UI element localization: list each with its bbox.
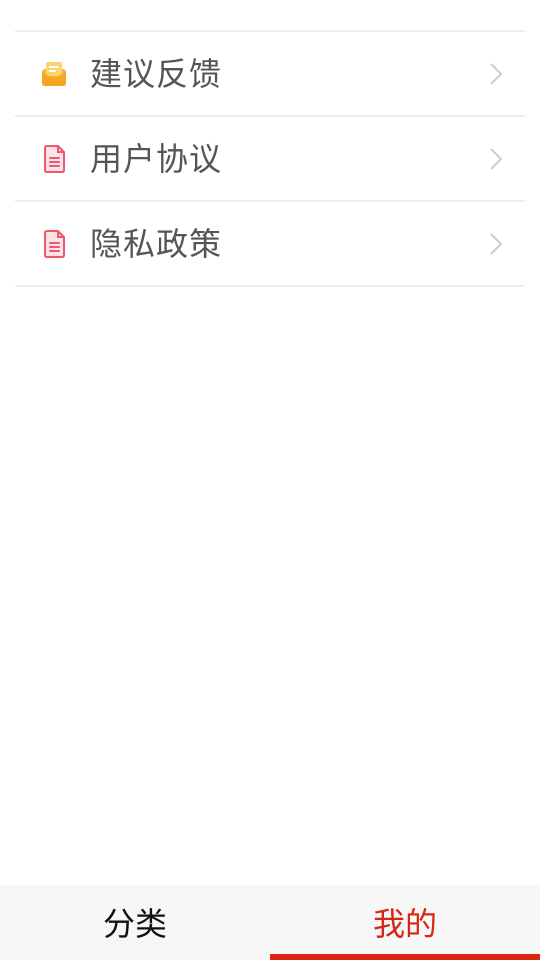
chevron-right-icon [490,233,503,255]
tab-label: 分类 [102,904,167,943]
menu-item-privacy-policy[interactable]: 隐私政策 [15,202,525,287]
menu-item-user-agreement[interactable]: 用户协议 [15,117,525,202]
mail-icon [42,62,66,86]
active-tab-indicator [270,954,540,960]
menu-item-label: 隐私政策 [90,225,223,263]
chevron-right-icon [490,63,503,85]
document-icon [44,230,65,258]
tab-mine[interactable]: 我的 [270,885,540,960]
bottom-tab-bar: 分类 我的 [0,885,540,960]
settings-menu-list: 建议反馈 用户协议 隐私政策 [15,30,525,287]
tab-label: 我的 [372,904,437,943]
menu-item-feedback[interactable]: 建议反馈 [15,32,525,117]
document-icon [44,145,65,173]
menu-item-label: 用户协议 [90,140,223,178]
tab-category[interactable]: 分类 [0,885,270,960]
menu-item-label: 建议反馈 [90,55,223,93]
chevron-right-icon [490,148,503,170]
